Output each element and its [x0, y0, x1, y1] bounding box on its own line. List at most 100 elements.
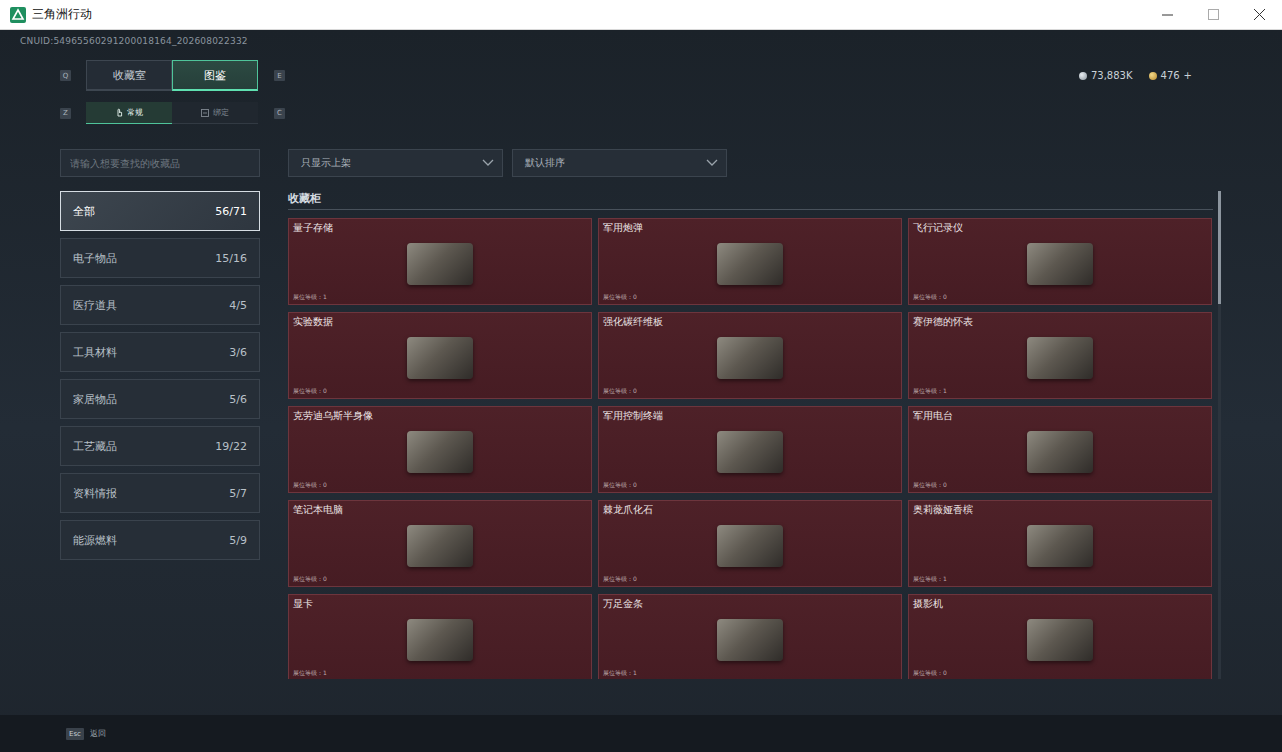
esc-key[interactable]: Esc	[66, 728, 84, 740]
item-level: 展位等级：0	[293, 575, 587, 583]
item-card[interactable]: 军用电台展位等级：0	[908, 406, 1212, 493]
item-image	[407, 525, 473, 567]
item-image	[1027, 525, 1093, 567]
scroll-thumb[interactable]	[1218, 191, 1221, 304]
item-name: 克劳迪乌斯半身像	[293, 409, 587, 422]
item-level: 展位等级：1	[913, 387, 1207, 395]
item-name: 摄影机	[913, 597, 1207, 610]
main-tab[interactable]: 收藏室	[86, 60, 172, 91]
item-card[interactable]: 笔记本电脑展位等级：0	[288, 500, 592, 587]
item-image	[1027, 243, 1093, 285]
filter-dropdown[interactable]: 只显示上架	[288, 149, 503, 177]
item-card[interactable]: 奥莉薇娅香槟展位等级：1	[908, 500, 1212, 587]
currency: 73,883K	[1079, 70, 1133, 81]
item-card[interactable]: 军用控制终端展位等级：0	[598, 406, 902, 493]
app-window: 三角洲行动 CNUID:54965560291200018164_20260802…	[0, 0, 1282, 752]
item-image	[717, 243, 783, 285]
sub-tab[interactable]: 绑定	[172, 102, 258, 124]
key-hint: E	[274, 70, 285, 81]
item-card[interactable]: 军用炮弹展位等级：0	[598, 218, 902, 305]
sidebar-item[interactable]: 资料情报5/7	[60, 473, 260, 513]
item-name: 显卡	[293, 597, 587, 610]
collection-body: 收藏柜量子存储展位等级：1军用炮弹展位等级：0飞行记录仪展位等级：0实验数据展位…	[288, 191, 1223, 679]
item-card[interactable]: 飞行记录仪展位等级：0	[908, 218, 1212, 305]
item-card[interactable]: 显卡展位等级：1	[288, 594, 592, 679]
footer-bar: Esc 返回	[0, 715, 1282, 752]
item-card[interactable]: 实验数据展位等级：0	[288, 312, 592, 399]
minimize-icon	[1162, 9, 1173, 20]
item-image	[1027, 337, 1093, 379]
hand-icon	[115, 108, 123, 117]
item-name: 奥莉薇娅香槟	[913, 503, 1207, 516]
item-name: 量子存储	[293, 221, 587, 234]
item-image	[407, 337, 473, 379]
item-image	[1027, 619, 1093, 661]
item-card[interactable]: 克劳迪乌斯半身像展位等级：0	[288, 406, 592, 493]
item-image	[407, 619, 473, 661]
key-hint: Z	[60, 108, 71, 119]
item-level: 展位等级：1	[293, 293, 587, 301]
item-level: 展位等级：0	[603, 293, 897, 301]
scrollbar[interactable]	[1218, 191, 1221, 679]
section-title: 收藏柜	[288, 191, 1213, 210]
coin-icon	[1079, 72, 1087, 80]
sidebar-item[interactable]: 工艺藏品19/22	[60, 426, 260, 466]
item-card[interactable]: 摄影机展位等级：0	[908, 594, 1212, 679]
item-card[interactable]: 赛伊德的怀表展位等级：1	[908, 312, 1212, 399]
item-card[interactable]: 万足金条展位等级：1	[598, 594, 902, 679]
item-level: 展位等级：0	[913, 293, 1207, 301]
sub-tab[interactable]: 常规	[86, 102, 172, 124]
close-button[interactable]	[1236, 0, 1282, 30]
bind-icon	[201, 109, 209, 117]
sidebar-item[interactable]: 全部56/71	[60, 191, 260, 231]
item-name: 实验数据	[293, 315, 587, 328]
item-level: 展位等级：1	[913, 575, 1207, 583]
chevron-down-icon	[482, 159, 494, 167]
main-tab[interactable]: 图鉴	[172, 60, 258, 91]
sub-tab-row: Z 常规绑定 C	[0, 102, 1282, 124]
item-level: 展位等级：0	[293, 481, 587, 489]
window-title: 三角洲行动	[32, 6, 1144, 23]
item-name: 军用炮弹	[603, 221, 897, 234]
item-image	[1027, 431, 1093, 473]
add-currency-button[interactable]: +	[1184, 70, 1192, 81]
item-level: 展位等级：0	[293, 387, 587, 395]
maximize-button[interactable]	[1190, 0, 1236, 30]
item-level: 展位等级：0	[913, 481, 1207, 489]
sidebar-item[interactable]: 工具材料3/6	[60, 332, 260, 372]
close-icon	[1254, 9, 1265, 20]
item-level: 展位等级：0	[603, 387, 897, 395]
category-list: 全部56/71 电子物品15/16 医疗道具4/5 工具材料3/6 家居物品5/6 工艺藏…	[60, 191, 260, 560]
item-image	[407, 431, 473, 473]
item-name: 军用电台	[913, 409, 1207, 422]
back-label[interactable]: 返回	[90, 728, 106, 739]
sidebar-item[interactable]: 能源燃料5/9	[60, 520, 260, 560]
search-field[interactable]	[60, 149, 260, 177]
sidebar-item[interactable]: 家居物品5/6	[60, 379, 260, 419]
sidebar-item[interactable]: 医疗道具4/5	[60, 285, 260, 325]
maximize-icon	[1208, 9, 1219, 20]
coin-icon	[1149, 72, 1157, 80]
item-card[interactable]: 量子存储展位等级：1	[288, 218, 592, 305]
filter-dropdown[interactable]: 默认排序	[512, 149, 727, 177]
item-level: 展位等级：0	[603, 481, 897, 489]
title-bar: 三角洲行动	[0, 0, 1282, 30]
card-grid: 量子存储展位等级：1军用炮弹展位等级：0飞行记录仪展位等级：0实验数据展位等级：…	[288, 218, 1213, 679]
tab-row: Q收藏室图鉴E73,883K476+	[0, 60, 1282, 91]
item-name: 万足金条	[603, 597, 897, 610]
item-card[interactable]: 强化碳纤维板展位等级：0	[598, 312, 902, 399]
item-image	[407, 243, 473, 285]
item-name: 飞行记录仪	[913, 221, 1207, 234]
app-logo-icon	[10, 7, 26, 23]
item-card[interactable]: 棘龙爪化石展位等级：0	[598, 500, 902, 587]
sidebar-item[interactable]: 电子物品15/16	[60, 238, 260, 278]
item-image	[717, 525, 783, 567]
item-name: 强化碳纤维板	[603, 315, 897, 328]
sub-tab-group: 常规绑定	[86, 102, 258, 124]
content: 只显示上架默认排序收藏柜量子存储展位等级：1军用炮弹展位等级：0飞行记录仪展位等…	[288, 149, 1223, 679]
key-hint: C	[274, 108, 285, 119]
main-area: 全部56/71 电子物品15/16 医疗道具4/5 工具材料3/6 家居物品5/6 工艺藏…	[0, 149, 1282, 679]
minimize-button[interactable]	[1144, 0, 1190, 30]
item-name: 笔记本电脑	[293, 503, 587, 516]
account-id: CNUID:54965560291200018164_202608022332	[0, 30, 1282, 48]
